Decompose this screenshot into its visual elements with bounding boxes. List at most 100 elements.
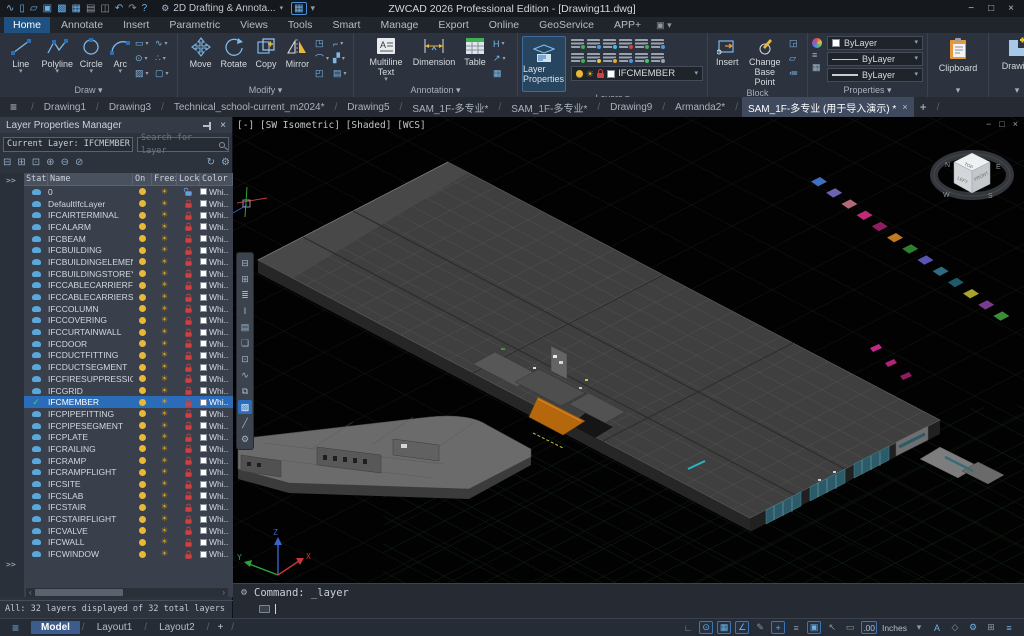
horizontal-scrollbar[interactable]: ‹ ›: [26, 588, 228, 597]
layer-row[interactable]: DefaultIfcLayer☀Whi..: [24, 198, 233, 210]
layer-color-cell[interactable]: Whi..: [200, 315, 233, 325]
tab-layout1[interactable]: Layout1: [87, 621, 143, 634]
layer-lock-icon[interactable]: [177, 526, 200, 535]
tab-geoservice[interactable]: GeoService: [530, 17, 603, 33]
clipboard-button[interactable]: Clipboard: [932, 36, 984, 73]
layer-color-cell[interactable]: Whi..: [200, 432, 233, 442]
layer-freeze-icon[interactable]: ☀: [152, 457, 177, 465]
linetype-icon[interactable]: ≡: [812, 51, 822, 60]
lineweight-dropdown[interactable]: ByLayer▾: [827, 68, 923, 82]
clipboard-panel-footer[interactable]: ▾: [928, 84, 988, 97]
layer-row[interactable]: IFCAIRTERMINAL☀Whi..: [24, 209, 233, 221]
layer-lock-icon[interactable]: [177, 409, 200, 418]
layer-lock-icon[interactable]: [177, 421, 200, 430]
layer-color-cell[interactable]: Whi..: [200, 245, 233, 255]
layer-on-icon[interactable]: [133, 223, 152, 230]
layer-freeze-icon[interactable]: ☀: [152, 468, 177, 476]
layer-lock-icon[interactable]: [177, 257, 200, 266]
layer-freeze-icon[interactable]: ☀: [152, 410, 177, 418]
print-icon[interactable]: ▤: [86, 3, 95, 14]
array-tool-icon[interactable]: ▞▾: [333, 51, 349, 66]
scrollbar-thumb[interactable]: [35, 589, 123, 596]
line-button[interactable]: Line▾: [4, 36, 38, 75]
layer-color-cell[interactable]: Whi..: [200, 362, 233, 372]
command-input[interactable]: [233, 601, 1024, 617]
table-button[interactable]: Table: [460, 36, 490, 67]
open-folder-icon[interactable]: ▱: [30, 3, 38, 14]
layer-row[interactable]: IFCCOLUMN☀Whi..: [24, 303, 233, 315]
layer-freeze-icon[interactable]: ☀: [152, 387, 177, 395]
insert-tool-icon[interactable]: ⊡: [238, 352, 252, 366]
layer-tool-icon[interactable]: [603, 53, 616, 62]
units-caret-icon[interactable]: ▾: [912, 621, 926, 634]
layer-lock-icon[interactable]: [177, 550, 200, 559]
document-tab[interactable]: Drawing3: [103, 100, 157, 115]
layer-lock-icon[interactable]: [177, 246, 200, 255]
layer-lock-icon[interactable]: [177, 351, 200, 360]
layer-row[interactable]: IFCWALL☀Whi..: [24, 537, 233, 549]
tab-smart[interactable]: Smart: [323, 17, 369, 33]
layer-lock-icon[interactable]: [177, 538, 200, 547]
snap-icon[interactable]: ⊙: [699, 621, 713, 634]
layer-color-cell[interactable]: Whi..: [200, 257, 233, 267]
layer-color-cell[interactable]: Whi..: [200, 210, 233, 220]
dimension-button[interactable]: Dimension: [411, 36, 457, 67]
layer-lock-icon[interactable]: [177, 328, 200, 337]
fillet-tool-icon[interactable]: ⌒▾: [315, 51, 331, 66]
layer-table-header[interactable]: Statu Name On Freeze Lock Color: [24, 173, 233, 186]
color-wheel-icon[interactable]: [812, 38, 822, 48]
layer-row[interactable]: IFCRAMPFLIGHT☀Whi..: [24, 467, 233, 479]
layer-row[interactable]: IFCCABLECARRIERSE...☀Whi..: [24, 291, 233, 303]
document-tab[interactable]: Drawing5: [341, 100, 395, 115]
layer-on-icon[interactable]: [133, 329, 152, 336]
block-editor-icon[interactable]: ◲: [789, 36, 803, 51]
copy-button[interactable]: Copy: [252, 36, 279, 69]
layer-color-cell[interactable]: Whi..: [200, 386, 233, 396]
layer-freeze-icon[interactable]: ☀: [152, 316, 177, 324]
layer-color-cell[interactable]: Whi..: [200, 397, 233, 407]
layer-freeze-icon[interactable]: ☀: [152, 527, 177, 535]
arc-button[interactable]: Arc▾: [109, 36, 132, 75]
layer-search-input[interactable]: Search for layer: [137, 137, 229, 152]
layer-on-icon[interactable]: [133, 481, 152, 488]
write-block-icon[interactable]: ▱: [789, 51, 803, 66]
save-icon[interactable]: ▣: [43, 3, 52, 14]
layer-lock-icon[interactable]: [177, 386, 200, 395]
block-tool-icon[interactable]: ▤: [238, 320, 252, 334]
layer-lock-icon[interactable]: [177, 515, 200, 524]
erase-tool-icon[interactable]: ◰: [315, 66, 331, 81]
layer-row[interactable]: IFCPIPESEGMENT☀Whi..: [24, 420, 233, 432]
layer-row[interactable]: IFCRAILING☀Whi..: [24, 443, 233, 455]
layer-on-icon[interactable]: [133, 270, 152, 277]
layer-lock-icon[interactable]: [177, 456, 200, 465]
layer-lock-icon[interactable]: [177, 199, 200, 208]
document-tab[interactable]: Drawing9: [604, 100, 658, 115]
drawing-canvas[interactable]: [-] [SW Isometric] [Shaded] [WCS] − □ × …: [233, 117, 1024, 583]
layer-color-cell[interactable]: Whi..: [200, 421, 233, 431]
layer-freeze-icon[interactable]: ☀: [152, 503, 177, 511]
layer-freeze-icon[interactable]: ☀: [152, 211, 177, 219]
layer-tool-icon[interactable]: [587, 39, 600, 48]
layout-menu-icon[interactable]: ≡: [0, 621, 31, 635]
minimize-button[interactable]: −: [968, 3, 974, 14]
layer-properties-button[interactable]: Layer Properties: [522, 36, 566, 92]
tab-model[interactable]: Model: [31, 621, 80, 634]
trim-tool-icon[interactable]: ⌐▾: [333, 36, 349, 51]
layer-row[interactable]: IFCSITE☀Whi..: [24, 478, 233, 490]
layer-lock-icon[interactable]: [177, 234, 200, 243]
layer-row[interactable]: IFCCOVERING☀Whi..: [24, 315, 233, 327]
circle-button[interactable]: Circle▾: [77, 36, 106, 75]
layer-row[interactable]: ✓IFCMEMBER☀Whi..: [24, 396, 233, 408]
tab-online[interactable]: Online: [480, 17, 528, 33]
layer-row[interactable]: IFCPLATE☀Whi..: [24, 431, 233, 443]
layer-lock-icon[interactable]: [177, 339, 200, 348]
layer-freeze-icon[interactable]: ☀: [152, 293, 177, 301]
document-tab[interactable]: SAM_1F-多专业 (用于导入演示) *×: [742, 97, 914, 117]
layer-on-icon[interactable]: [133, 258, 152, 265]
mirror-button[interactable]: Mirror: [283, 36, 312, 69]
layer-row[interactable]: IFCGRID☀Whi..: [24, 385, 233, 397]
layer-edit-icon[interactable]: ⊞: [238, 272, 252, 286]
layer-row[interactable]: IFCBEAM☀Whi..: [24, 233, 233, 245]
layer-lock-icon[interactable]: [177, 304, 200, 313]
units-label[interactable]: Inches: [881, 621, 908, 634]
